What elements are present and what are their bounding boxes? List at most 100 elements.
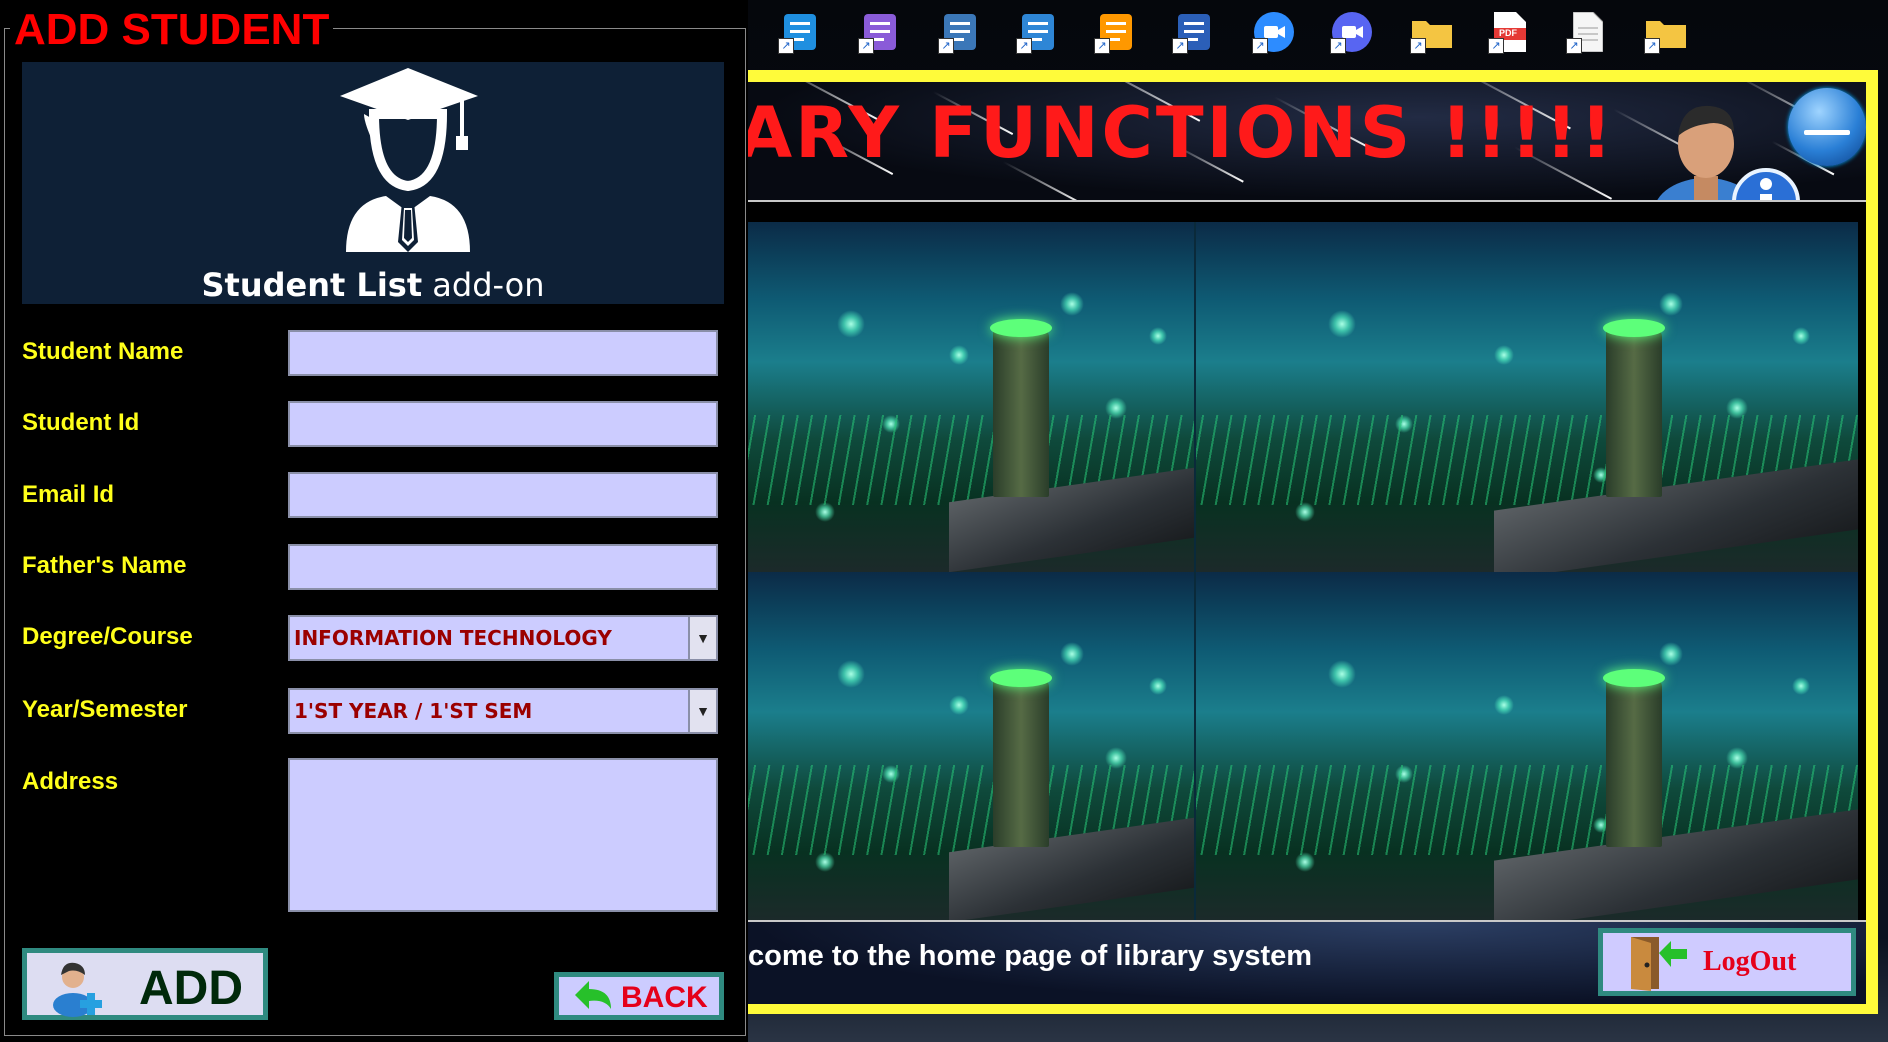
shortcut-arrow-icon: ↗ bbox=[1172, 38, 1188, 54]
student-name-label: Student Name bbox=[22, 338, 184, 365]
banner-title: ARY FUNCTIONS !!!!! bbox=[748, 92, 1616, 174]
address-label: Address bbox=[22, 768, 119, 795]
firefly-glow bbox=[1328, 309, 1357, 338]
add-user-icon bbox=[53, 962, 102, 1017]
firefly-glow bbox=[837, 309, 866, 338]
address-textarea[interactable] bbox=[288, 758, 718, 912]
background-scene bbox=[748, 222, 1858, 922]
year-semester-select[interactable]: 1'ST YEAR / 1'ST SEM ▼ bbox=[288, 688, 718, 734]
shortcut-arrow-icon: ↗ bbox=[1488, 38, 1504, 54]
year-semester-value: 1'ST YEAR / 1'ST SEM bbox=[294, 699, 533, 723]
firefly-glow bbox=[1659, 642, 1684, 666]
word-icon[interactable]: ↗ bbox=[1172, 10, 1216, 54]
folder-icon[interactable]: ↗ bbox=[1410, 10, 1454, 54]
main-window-content: ARY FUNCTIONS !!!!! come to the home pag… bbox=[748, 82, 1866, 1004]
shortcut-arrow-icon: ↗ bbox=[1566, 38, 1582, 54]
fathers-name-label: Father's Name bbox=[22, 552, 187, 579]
shortcut-arrow-icon: ↗ bbox=[1410, 38, 1426, 54]
chevron-down-icon[interactable]: ▼ bbox=[688, 617, 716, 659]
header-card: Student List add-on bbox=[22, 62, 724, 304]
firefly-glow bbox=[1791, 327, 1810, 345]
shortcut-arrow-icon: ↗ bbox=[858, 38, 874, 54]
firefly-glow bbox=[1060, 292, 1085, 316]
scene-tile bbox=[748, 222, 1194, 572]
user-info-icon[interactable] bbox=[1648, 84, 1808, 202]
graduate-icon bbox=[340, 68, 478, 252]
firefly-glow bbox=[948, 344, 969, 365]
chevron-down-icon[interactable]: ▼ bbox=[688, 690, 716, 732]
exit-door-icon bbox=[1631, 937, 1687, 991]
stump-glow bbox=[990, 319, 1053, 337]
scene-tile bbox=[1196, 572, 1858, 922]
add-button[interactable]: ADD bbox=[22, 948, 268, 1020]
shortcut-arrow-icon: ↗ bbox=[1016, 38, 1032, 54]
welcome-marquee: come to the home page of library system bbox=[748, 940, 1313, 972]
scene-tile bbox=[748, 572, 1194, 922]
firefly-glow bbox=[948, 694, 969, 715]
header-caption: Student List add-on bbox=[22, 266, 724, 304]
dialog-title: ADD STUDENT bbox=[10, 4, 334, 56]
firefly-glow bbox=[1328, 659, 1357, 688]
firefly-glow bbox=[837, 659, 866, 688]
shortcut-arrow-icon: ↗ bbox=[1094, 38, 1110, 54]
add-label: ADD bbox=[139, 962, 243, 1015]
footer-bar: come to the home page of library system … bbox=[748, 920, 1866, 1004]
firefly-glow bbox=[1149, 327, 1168, 345]
minimize-bar bbox=[1804, 130, 1850, 135]
add-student-window: ADD STUDENT Student List add-on Student … bbox=[0, 0, 748, 1042]
library-main-window: ARY FUNCTIONS !!!!! come to the home pag… bbox=[748, 70, 1878, 1014]
text-file-icon[interactable]: ↗ bbox=[1566, 10, 1610, 54]
degree-course-label: Degree/Course bbox=[22, 623, 193, 650]
banner: ARY FUNCTIONS !!!!! bbox=[748, 82, 1866, 202]
shortcut-arrow-icon: ↗ bbox=[1644, 38, 1660, 54]
tree-stump bbox=[1606, 327, 1663, 497]
sublime-text-icon[interactable]: ↗ bbox=[1094, 10, 1138, 54]
student-id-input[interactable] bbox=[288, 401, 718, 447]
vscode-icon[interactable]: ↗ bbox=[778, 10, 822, 54]
shortcut-arrow-icon: ↗ bbox=[1252, 38, 1268, 54]
python-file-icon[interactable]: ↗ bbox=[938, 10, 982, 54]
firefly-glow bbox=[1493, 694, 1514, 715]
shortcut-arrow-icon: ↗ bbox=[938, 38, 954, 54]
back-arrow-icon bbox=[575, 981, 611, 1009]
pdf-icon-label: PDF bbox=[1499, 28, 1517, 38]
firefly-glow bbox=[814, 502, 835, 522]
tree-stump bbox=[993, 677, 1050, 847]
pdf-icon[interactable]: ↗ PDF bbox=[1488, 10, 1532, 54]
stump-glow bbox=[1603, 669, 1666, 687]
email-id-label: Email Id bbox=[22, 481, 115, 508]
fathers-name-input[interactable] bbox=[288, 544, 718, 590]
header-caption-rest: add-on bbox=[422, 266, 545, 304]
firefly-glow bbox=[1791, 677, 1810, 695]
zoom-icon[interactable]: ↗ bbox=[1252, 10, 1296, 54]
tree-stump bbox=[993, 327, 1050, 497]
student-id-label: Student Id bbox=[22, 409, 140, 436]
firefly-glow bbox=[1060, 642, 1085, 666]
logout-button[interactable]: LogOut bbox=[1598, 928, 1856, 996]
firefly-glow bbox=[1493, 344, 1514, 365]
visual-studio-icon[interactable]: ↗ bbox=[858, 10, 902, 54]
shortcut-arrow-icon: ↗ bbox=[778, 38, 794, 54]
email-id-input[interactable] bbox=[288, 472, 718, 518]
discord-icon[interactable]: ↗ bbox=[1330, 10, 1374, 54]
year-semester-label: Year/Semester bbox=[22, 696, 188, 723]
firefly-glow bbox=[1295, 502, 1316, 522]
degree-course-value: INFORMATION TECHNOLOGY bbox=[294, 626, 612, 650]
firefly-glow bbox=[1149, 677, 1168, 695]
shortcut-arrow-icon: ↗ bbox=[1330, 38, 1346, 54]
back-label: BACK bbox=[621, 981, 708, 1014]
stump-glow bbox=[990, 669, 1053, 687]
firefly-glow bbox=[1659, 292, 1684, 316]
notepad-icon[interactable]: ↗ bbox=[1016, 10, 1060, 54]
back-button[interactable]: BACK bbox=[554, 972, 724, 1020]
logout-label: LogOut bbox=[1703, 946, 1797, 977]
firefly-glow bbox=[1295, 852, 1316, 872]
minimize-button[interactable] bbox=[1788, 88, 1866, 166]
header-caption-bold: Student List bbox=[201, 266, 423, 304]
student-name-input[interactable] bbox=[288, 330, 718, 376]
stump-glow bbox=[1603, 319, 1666, 337]
folder-icon[interactable]: ↗ bbox=[1644, 10, 1688, 54]
firefly-glow bbox=[814, 852, 835, 872]
degree-course-select[interactable]: INFORMATION TECHNOLOGY ▼ bbox=[288, 615, 718, 661]
scene-tile bbox=[1196, 222, 1858, 572]
